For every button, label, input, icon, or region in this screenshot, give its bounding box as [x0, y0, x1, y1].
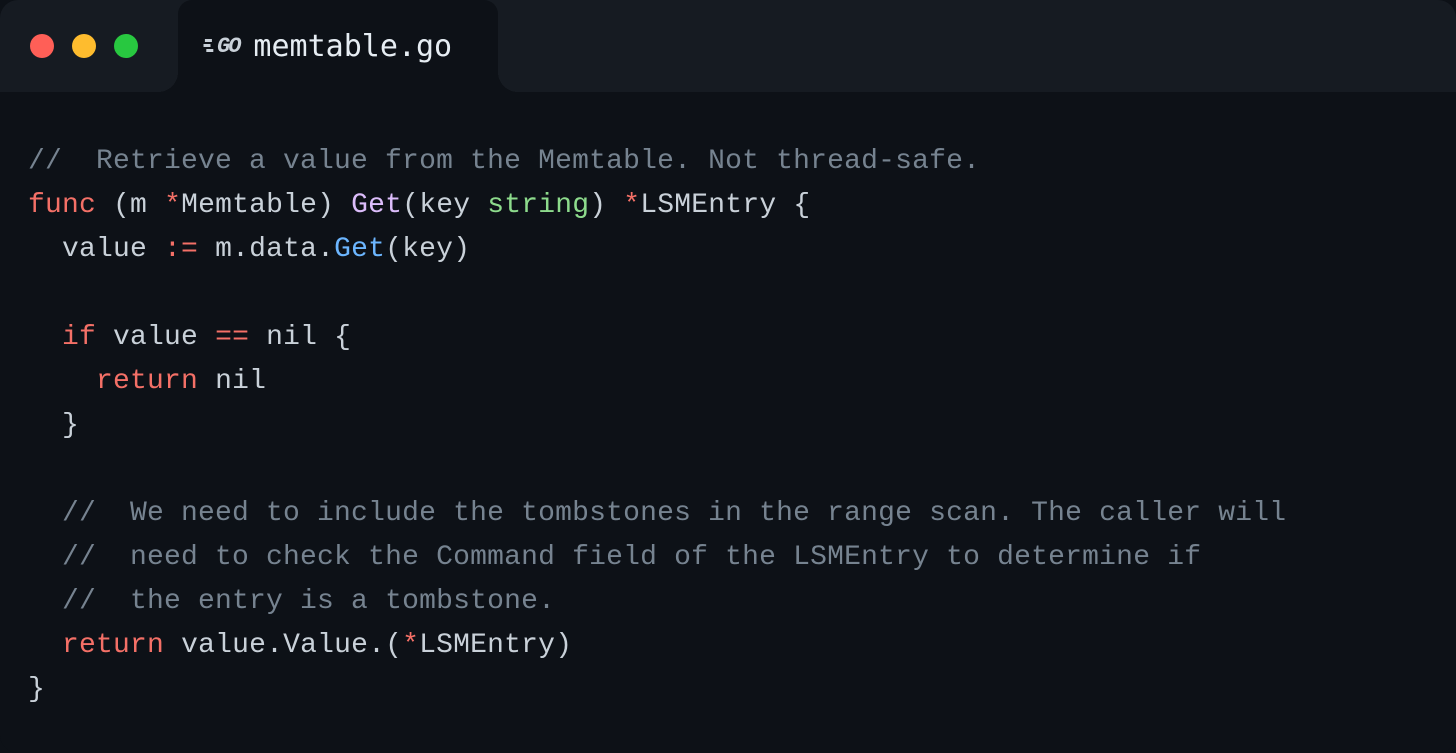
close-icon[interactable]	[30, 34, 54, 58]
tab-file[interactable]: GO memtable.go	[178, 0, 498, 92]
tab-label: memtable.go	[253, 29, 452, 64]
go-lang-icon: GO	[212, 34, 239, 59]
code-line: value := m.data.Get(key)	[28, 228, 1428, 272]
zoom-icon[interactable]	[114, 34, 138, 58]
titlebar: GO memtable.go	[0, 0, 1456, 92]
code-line: func (m *Memtable) Get(key string) *LSME…	[28, 184, 1428, 228]
code-line: }	[28, 404, 1428, 448]
code-line: // need to check the Command field of th…	[28, 536, 1428, 580]
traffic-lights	[30, 34, 138, 58]
code-line	[28, 448, 1428, 492]
code-line: }	[28, 668, 1428, 712]
code-line: return nil	[28, 360, 1428, 404]
code-line: // We need to include the tombstones in …	[28, 492, 1428, 536]
code-line: // the entry is a tombstone.	[28, 580, 1428, 624]
code-line: return value.Value.(*LSMEntry)	[28, 624, 1428, 668]
minimize-icon[interactable]	[72, 34, 96, 58]
code-line: // Retrieve a value from the Memtable. N…	[28, 140, 1428, 184]
editor-window: GO memtable.go // Retrieve a value from …	[0, 0, 1456, 753]
code-editor[interactable]: // Retrieve a value from the Memtable. N…	[0, 92, 1456, 753]
code-line: if value == nil {	[28, 316, 1428, 360]
code-line	[28, 272, 1428, 316]
